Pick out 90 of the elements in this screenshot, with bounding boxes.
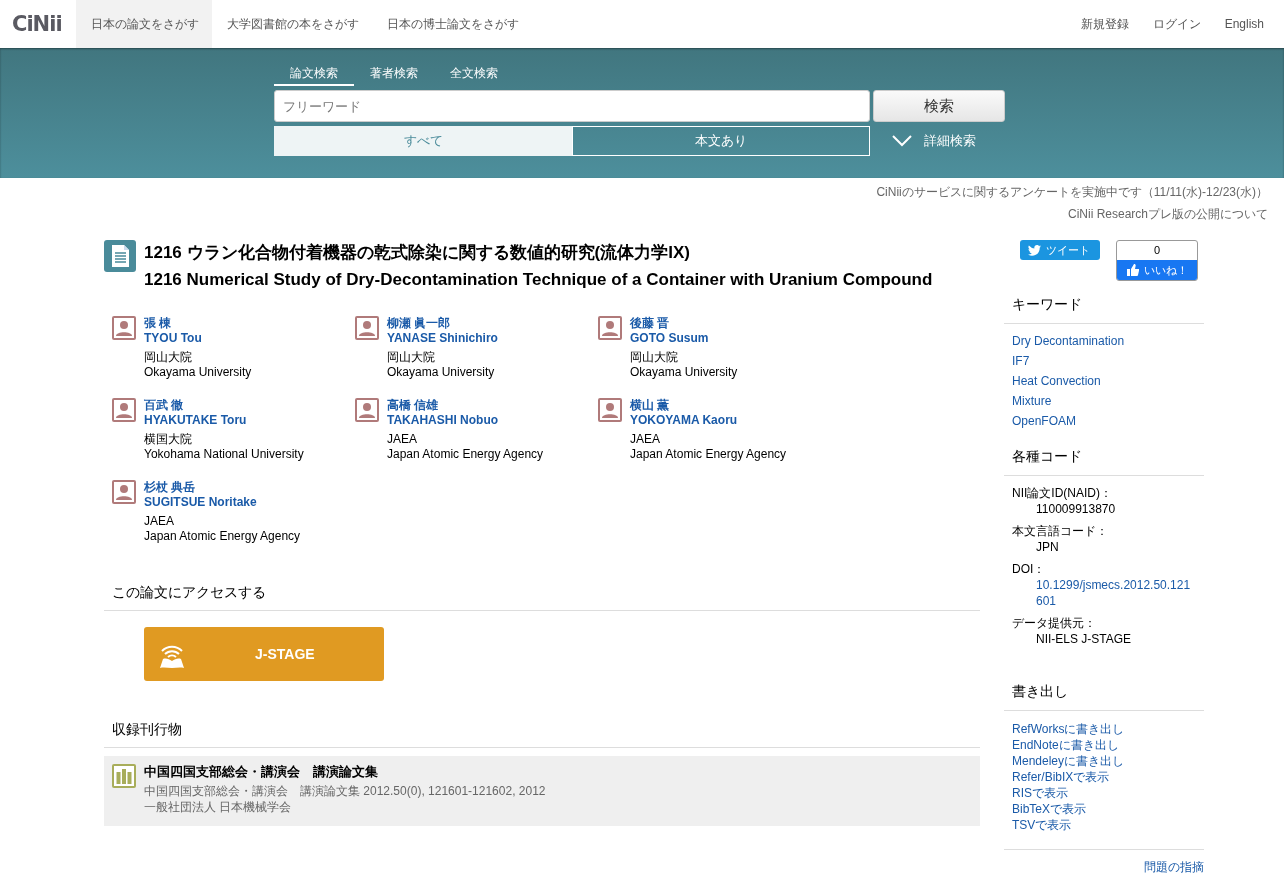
affiliation-english: Japan Atomic Energy Agency <box>630 447 787 462</box>
export-link[interactable]: EndNoteに書き出し <box>1012 737 1119 753</box>
advanced-search-link[interactable]: 詳細検索 <box>892 132 976 150</box>
keyword-link[interactable]: IF7 <box>1012 354 1030 368</box>
account-link[interactable]: ログイン <box>1152 15 1201 33</box>
nav-tab[interactable]: 大学図書館の本をさがす <box>211 0 372 48</box>
doi-link[interactable]: 10.1299/jsmecs.2012.50.121601 <box>1012 577 1196 609</box>
nav-tab[interactable]: 日本の博士論文をさがす <box>371 0 532 48</box>
affiliation-english: Japan Atomic Energy Agency <box>144 529 301 544</box>
filter-toggle[interactable]: 本文あり <box>572 126 870 156</box>
author-name[interactable]: 横山 薫 <box>630 398 787 413</box>
affiliation: 横国大院 <box>144 432 193 447</box>
chevron-down-icon <box>892 135 912 147</box>
like-count: 0 <box>1152 243 1162 258</box>
author-name[interactable]: 柳瀬 眞一郎 <box>387 316 498 331</box>
bar-chart-icon <box>112 764 136 788</box>
author-name[interactable]: 百武 徹 <box>144 398 304 413</box>
person-icon <box>598 398 622 422</box>
journal-citation: 中国四国支部総会・講演会 講演論文集 2012.50(0), 121601-121602, 2012 <box>144 783 546 799</box>
sidebar-heading: 書き出し <box>1004 683 1204 711</box>
code-value: NII-ELS J-STAGE <box>1035 631 1133 647</box>
account-link[interactable]: English <box>1224 17 1264 31</box>
account-link[interactable]: 新規登録 <box>1080 15 1129 33</box>
affiliation: JAEA <box>630 432 661 447</box>
code-label: DOI： <box>1012 561 1047 577</box>
affiliation: 岡山大院 <box>630 350 679 365</box>
search-tab[interactable]: 論文検索 <box>274 64 354 86</box>
author-name[interactable]: 張 棟 <box>144 316 252 331</box>
article-title-english: 1216 Numerical Study of Dry-Decontamination Technique of a Container with Uranium Compound <box>144 270 933 290</box>
section-heading: この論文にアクセスする <box>104 584 980 611</box>
search-tab[interactable]: 全文検索 <box>434 64 514 86</box>
keyword-link[interactable]: Heat Convection <box>1012 374 1101 388</box>
author-name[interactable]: 高橋 信雄 <box>387 398 544 413</box>
person-icon <box>598 316 622 340</box>
search-field[interactable]: フリーワード <box>274 90 870 122</box>
article-title: 1216 ウラン化合物付着機器の乾式除染に関する数値的研究(流体力学IX) <box>144 242 691 264</box>
affiliation-english: Okayama University <box>387 365 496 380</box>
person-icon <box>112 398 136 422</box>
code-label: データ提供元： <box>1012 615 1097 631</box>
affiliation: JAEA <box>144 514 175 529</box>
like-button[interactable]: いいね！ <box>1117 260 1197 280</box>
thumbs-up-icon <box>1126 264 1139 276</box>
export-link[interactable]: RefWorksに書き出し <box>1012 721 1125 737</box>
filter-toggle[interactable]: すべて <box>274 126 572 156</box>
journal-title[interactable]: 中国四国支部総会・講演会 講演論文集 <box>144 764 546 780</box>
notice-link[interactable]: CiNiiのサービスに関するアンケートを実施中です（11/11(水)-12/23(水)） <box>876 184 1268 201</box>
sidebar-heading: 各種コード <box>1004 448 1204 476</box>
affiliation: JAEA <box>387 432 418 447</box>
report-link[interactable]: 問題の指摘 <box>1144 860 1204 874</box>
code-value: 110009913870 <box>1035 501 1117 517</box>
export-link[interactable]: TSVで表示 <box>1012 817 1072 833</box>
export-link[interactable]: Mendeleyに書き出し <box>1012 753 1125 769</box>
author-name[interactable]: 杉杖 典岳 <box>144 480 301 495</box>
keyword-link[interactable]: Mixture <box>1012 394 1052 408</box>
affiliation-english: Japan Atomic Energy Agency <box>387 447 544 462</box>
code-label: NII論文ID(NAID)： <box>1012 485 1113 501</box>
publisher: 一般社団法人 日本機械学会 <box>144 799 293 815</box>
author-name-english[interactable]: TAKAHASHI Nobuo <box>387 413 544 428</box>
search-tab[interactable]: 著者検索 <box>354 64 434 86</box>
sidebar-heading: キーワード <box>1004 296 1204 324</box>
export-link[interactable]: BibTeXで表示 <box>1012 801 1087 817</box>
notice-link[interactable]: CiNii Researchプレ版の公開について <box>1067 206 1268 223</box>
search-button[interactable]: 検索 <box>873 90 1005 122</box>
export-link[interactable]: Refer/BibIXで表示 <box>1012 769 1110 785</box>
person-icon <box>112 316 136 340</box>
affiliation-english: Okayama University <box>630 365 738 380</box>
keyword-link[interactable]: OpenFOAM <box>1012 414 1077 428</box>
author-name-english[interactable]: GOTO Susum <box>630 331 738 346</box>
author-name-english[interactable]: TYOU Tou <box>144 331 252 346</box>
logo[interactable]: CiNii <box>0 0 76 48</box>
person-icon <box>355 316 379 340</box>
affiliation-english: Okayama University <box>144 365 252 380</box>
person-icon <box>355 398 379 422</box>
code-label: 本文言語コード： <box>1012 523 1109 539</box>
author-name-english[interactable]: SUGITSUE Noritake <box>144 495 301 510</box>
code-value: JPN <box>1035 539 1060 555</box>
document-icon <box>104 240 136 272</box>
author-name-english[interactable]: YANASE Shinichiro <box>387 331 498 346</box>
section-heading: 収録刊行物 <box>104 721 980 748</box>
affiliation: 岡山大院 <box>387 350 436 365</box>
nav-tab[interactable]: 日本の論文をさがす <box>75 0 212 48</box>
affiliation-english: Yokohama National University <box>144 447 304 462</box>
person-icon <box>112 480 136 504</box>
author-name[interactable]: 後藤 晋 <box>630 316 738 331</box>
author-name-english[interactable]: YOKOYAMA Kaoru <box>630 413 787 428</box>
export-link[interactable]: RISで表示 <box>1012 785 1068 801</box>
keyword-link[interactable]: Dry Decontamination <box>1012 334 1125 348</box>
affiliation: 岡山大院 <box>144 350 193 365</box>
author-name-english[interactable]: HYAKUTAKE Toru <box>144 413 304 428</box>
bird-icon <box>1028 244 1041 256</box>
